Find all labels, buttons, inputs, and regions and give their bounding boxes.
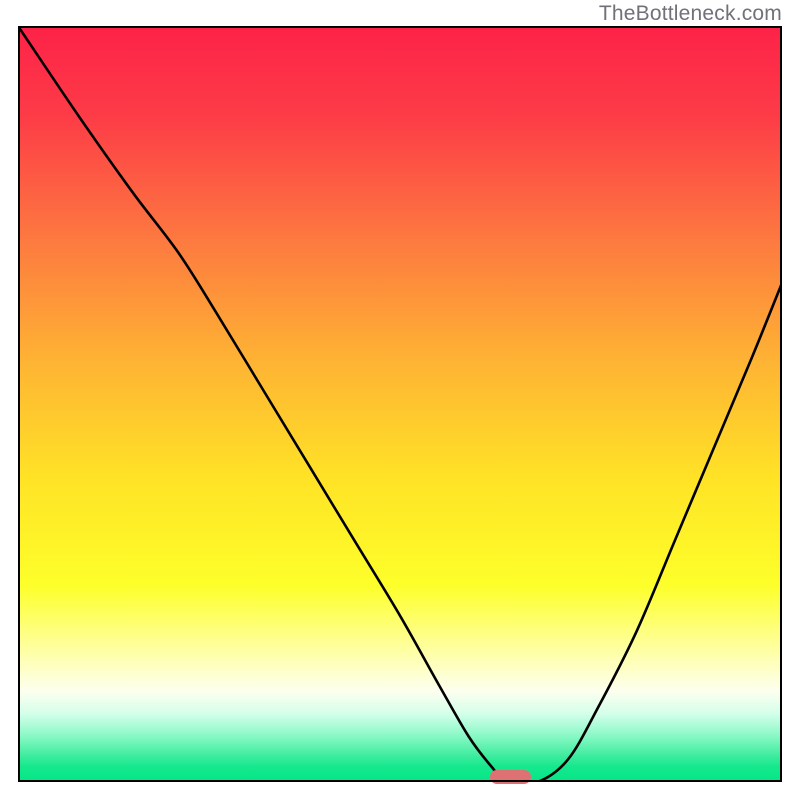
chart-container: TheBottleneck.com xyxy=(0,0,800,800)
optimal-marker xyxy=(490,770,531,784)
bottleneck-curve xyxy=(18,26,782,782)
watermark-text: TheBottleneck.com xyxy=(599,2,782,26)
